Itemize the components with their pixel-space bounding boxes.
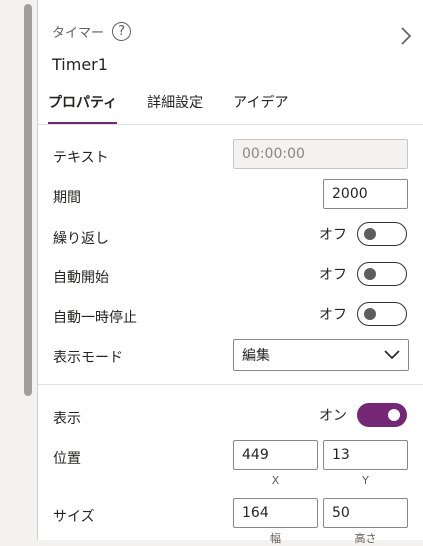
properties-panel: タイマー ? Timer1 プロパティ 詳細設定 アイデア テキスト 00:00… <box>37 0 423 545</box>
tab-advanced[interactable]: 詳細設定 <box>147 92 203 124</box>
autostart-toggle[interactable] <box>357 262 407 286</box>
tab-bar: プロパティ 詳細設定 アイデア <box>48 92 318 124</box>
tab-properties[interactable]: プロパティ <box>48 92 118 124</box>
visible-label: 表示 <box>53 411 81 427</box>
repeat-toggle-group: オフ <box>319 222 407 246</box>
tab-ideas[interactable]: アイデア <box>233 92 288 124</box>
section-divider <box>38 384 423 385</box>
duration-input[interactable]: 2000 <box>323 179 408 209</box>
left-rail <box>0 0 36 540</box>
autopause-toggle-group: オフ <box>319 302 407 326</box>
tab-divider <box>38 124 423 125</box>
size-width-input[interactable]: 164 <box>233 498 318 528</box>
chevron-down-icon <box>384 350 400 360</box>
display-mode-dropdown[interactable]: 編集 <box>233 339 409 371</box>
repeat-toggle[interactable] <box>357 222 407 246</box>
position-y-input[interactable]: 13 <box>323 440 408 470</box>
toggle-knob <box>364 308 376 320</box>
scrollbar-thumb[interactable] <box>24 4 32 396</box>
toggle-knob <box>388 409 400 421</box>
display-mode-label: 表示モード <box>53 350 123 366</box>
text-label: テキスト <box>53 150 109 166</box>
control-type-header: タイマー ? <box>52 22 132 41</box>
text-input[interactable]: 00:00:00 <box>233 139 408 169</box>
duration-label: 期間 <box>53 190 81 206</box>
autopause-toggle[interactable] <box>357 302 407 326</box>
size-label: サイズ <box>53 509 95 525</box>
size-width-caption: 幅 <box>270 532 281 545</box>
autopause-label: 自動一時停止 <box>53 310 137 326</box>
size-height-input[interactable]: 50 <box>323 498 408 528</box>
autostart-state-text: オフ <box>319 267 347 283</box>
visible-state-text: オン <box>319 408 347 424</box>
visible-toggle[interactable] <box>357 403 407 427</box>
repeat-state-text: オフ <box>319 227 347 243</box>
position-x-input[interactable]: 449 <box>233 440 318 470</box>
chevron-right-icon[interactable] <box>397 24 415 48</box>
toggle-knob <box>364 228 376 240</box>
repeat-label: 繰り返し <box>53 231 109 247</box>
visible-toggle-group: オン <box>319 403 407 427</box>
position-label: 位置 <box>53 451 81 467</box>
size-height-caption: 高さ <box>354 532 377 545</box>
help-icon[interactable]: ? <box>112 22 132 41</box>
toggle-knob <box>364 268 376 280</box>
control-name: Timer1 <box>52 55 108 74</box>
display-mode-value: 編集 <box>242 348 270 364</box>
position-y-caption: Y <box>362 474 369 487</box>
control-type-label: タイマー <box>52 26 105 41</box>
autopause-state-text: オフ <box>319 307 347 323</box>
autostart-toggle-group: オフ <box>319 262 407 286</box>
position-x-caption: X <box>271 474 280 487</box>
autostart-label: 自動開始 <box>53 270 109 286</box>
